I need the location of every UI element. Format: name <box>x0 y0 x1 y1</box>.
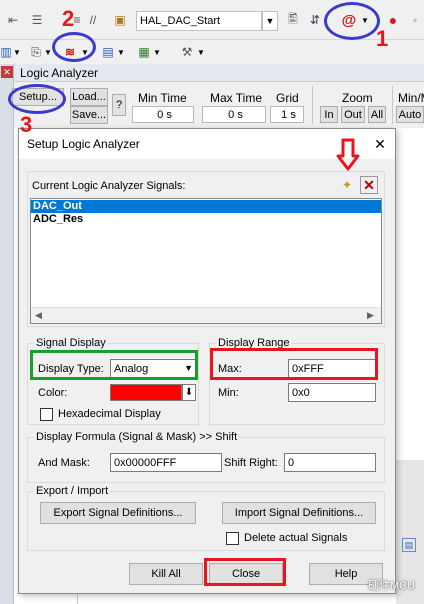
display-formula-group: Display Formula (Signal & Mask) >> Shift… <box>27 431 385 483</box>
annotation-box-max <box>210 348 378 380</box>
left-pane-close-icon[interactable]: ✕ <box>1 66 13 78</box>
command-dropdown-icon[interactable]: ▼ <box>44 42 52 62</box>
and-mask-label: And Mask: <box>38 457 90 469</box>
annotation-box-close <box>204 558 286 586</box>
left-pane-strip <box>0 64 14 604</box>
signals-group: Current Logic Analyzer Signals: ✦ ✕ DAC_… <box>27 171 385 327</box>
signals-label: Current Logic Analyzer Signals: <box>32 180 186 192</box>
dialog-close-icon[interactable]: ✕ <box>371 135 389 153</box>
download-icon[interactable]: ⇵ <box>306 10 324 30</box>
export-definitions-button[interactable]: Export Signal Definitions... <box>40 502 196 524</box>
outdent-icon[interactable]: ⇤ <box>4 10 22 30</box>
zoom-in-button[interactable]: In <box>320 106 338 123</box>
hexadecimal-label: Hexadecimal Display <box>58 408 161 420</box>
annotation-ellipse-setup <box>8 84 66 114</box>
scroll-left-icon[interactable]: ◀ <box>35 310 42 321</box>
command-window-icon[interactable]: ⎘ <box>28 42 44 62</box>
window-icon[interactable]: ▥ <box>0 42 12 62</box>
annotation-ellipse-logic <box>52 32 96 62</box>
import-definitions-button[interactable]: Import Signal Definitions... <box>222 502 376 524</box>
color-swatch[interactable] <box>110 384 182 401</box>
logic-analyzer-titlebar: Logic Analyzer <box>14 64 424 82</box>
and-mask-input[interactable]: 0x00000FFF <box>110 453 222 472</box>
indent-icon[interactable]: ☰ <box>28 10 46 30</box>
signal-item-selected[interactable]: DAC_Out <box>31 200 381 213</box>
load-button[interactable]: Load... <box>70 88 108 106</box>
max-time-value: 0 s <box>202 106 266 123</box>
shift-right-input[interactable]: 0 <box>284 453 376 472</box>
minmax-label: Min/M <box>398 91 424 105</box>
zoom-separator <box>312 86 313 124</box>
uncomment-icon[interactable]: // <box>84 10 102 30</box>
settings-tools-icon[interactable]: ⚒ <box>178 42 196 62</box>
dialog-title: Setup Logic Analyzer <box>27 137 140 151</box>
signals-listbox[interactable]: DAC_Out ADC_Res ◀ ▶ <box>30 198 382 324</box>
target-name-text: HAL_DAC_Start <box>140 15 221 27</box>
logic-analyzer-title: Logic Analyzer <box>20 66 99 80</box>
annotation-ellipse-debug <box>324 2 380 40</box>
annotation-step-3: 3 <box>20 112 33 137</box>
logic-help-button[interactable]: ? <box>112 94 126 116</box>
hexadecimal-checkbox[interactable] <box>40 408 53 421</box>
watermark-text: 硬件MCU <box>368 580 416 592</box>
shift-right-label: Shift Right: <box>224 457 278 469</box>
kill-all-button[interactable]: Kill All <box>129 563 203 585</box>
signals-horizontal-scrollbar[interactable]: ◀ ▶ <box>31 307 381 323</box>
color-picker-icon[interactable]: ⬇ <box>182 384 196 401</box>
display-formula-title: Display Formula (Signal & Mask) >> Shift <box>34 431 240 443</box>
delete-signals-checkbox[interactable] <box>226 532 239 545</box>
new-signal-icon[interactable]: ✦ <box>338 176 356 194</box>
save-button[interactable]: Save... <box>70 106 108 124</box>
logic-analyzer-toolbar: Setup... Load... Save... ? Min Time 0 s … <box>12 82 424 128</box>
color-label: Color: <box>38 387 68 399</box>
build-icon[interactable]: 🖺 <box>284 10 302 30</box>
auto-button[interactable]: Auto <box>396 106 424 123</box>
system-viewer-icon[interactable]: ▤ <box>100 42 116 62</box>
min-time-label: Min Time <box>138 91 187 105</box>
delete-signals-label: Delete actual Signals <box>244 532 348 544</box>
target-name-combo[interactable]: HAL_DAC_Start <box>136 11 262 31</box>
toolbox-dropdown-icon[interactable]: ▼ <box>153 42 161 62</box>
max-time-label: Max Time <box>210 91 263 105</box>
zoom-all-button[interactable]: All <box>368 106 386 123</box>
annotation-arrow-down <box>336 138 360 171</box>
export-import-title: Export / Import <box>34 485 111 497</box>
system-viewer-dropdown-icon[interactable]: ▼ <box>117 42 125 62</box>
toolbar-overflow-icon[interactable]: ◦ <box>408 10 422 30</box>
grid-label: Grid <box>276 91 299 105</box>
background-tab-icon[interactable]: ▤ <box>402 538 416 552</box>
min-input[interactable]: 0x0 <box>288 383 376 402</box>
annotation-step-1: 1 <box>376 26 389 51</box>
zoom-label: Zoom <box>342 91 373 105</box>
combo-dropdown-icon[interactable]: ▼ <box>262 11 278 31</box>
zoom-out-button[interactable]: Out <box>341 106 365 123</box>
export-import-group: Export / Import Export Signal Definition… <box>27 485 385 551</box>
window-dropdown-icon[interactable]: ▼ <box>13 42 21 62</box>
annotation-step-2: 2 <box>62 6 75 31</box>
signal-item[interactable]: ADC_Res <box>31 213 381 226</box>
annotation-box-display-type <box>30 350 198 380</box>
min-time-value: 0 s <box>132 106 194 123</box>
minmax-separator <box>392 86 393 124</box>
min-label: Min: <box>218 387 239 399</box>
delete-signal-icon[interactable]: ✕ <box>360 176 378 194</box>
scroll-right-icon[interactable]: ▶ <box>367 310 374 321</box>
settings-dropdown-icon[interactable]: ▼ <box>197 42 205 62</box>
signal-display-title: Signal Display <box>34 337 108 349</box>
find-in-files-icon[interactable]: ▣ <box>110 10 130 30</box>
toolbox-icon[interactable]: ▦ <box>136 42 152 62</box>
grid-value: 1 s <box>270 106 304 123</box>
